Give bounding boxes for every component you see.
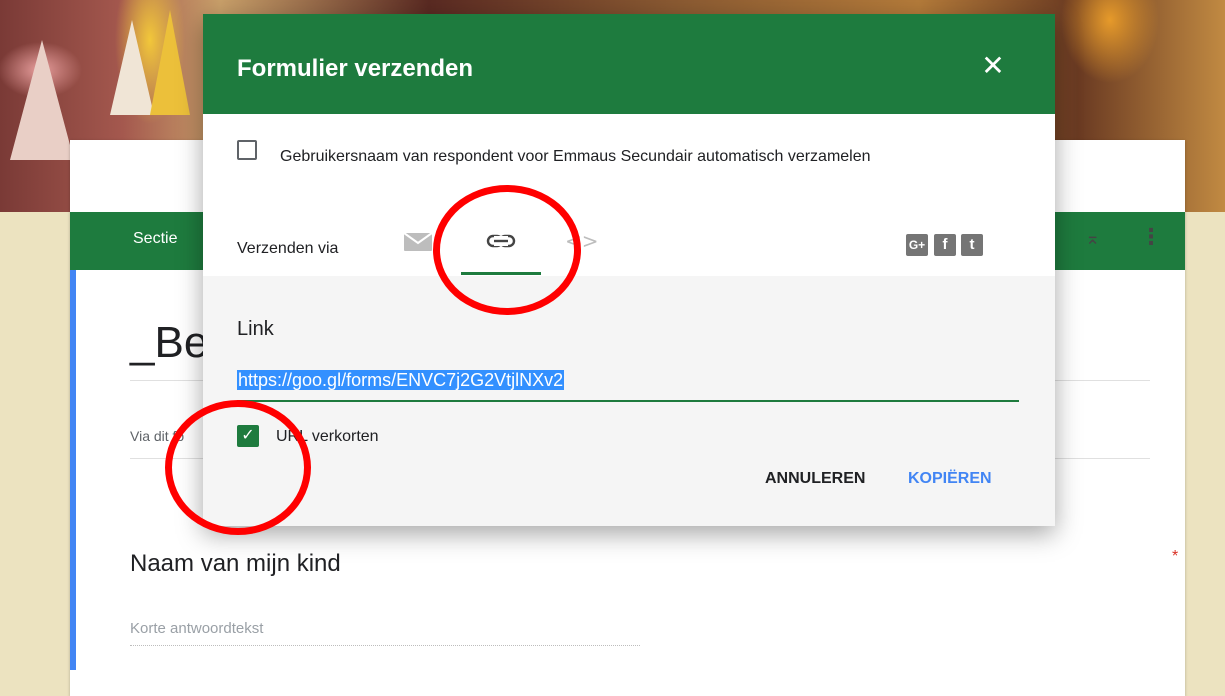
collect-username-checkbox[interactable] <box>237 140 257 160</box>
link-heading: Link <box>237 318 274 340</box>
required-marker: * <box>1172 548 1179 565</box>
annotation-circle <box>165 400 311 535</box>
google-plus-icon[interactable]: G+ <box>906 234 928 256</box>
send-via-label: Verzenden via <box>237 240 339 257</box>
annotation-circle <box>433 185 581 315</box>
collect-username-label: Gebruikersnaam van respondent voor Emmau… <box>280 148 871 165</box>
send-form-dialog: Formulier verzenden ✕ Gebruikersnaam van… <box>203 14 1055 526</box>
answer-placeholder: Korte antwoordtekst <box>130 620 264 637</box>
copy-button[interactable]: KOPIËREN <box>908 470 992 488</box>
photo-decoration <box>110 20 154 115</box>
link-url-field[interactable]: https://goo.gl/forms/ENVC7j2G2VtjlNXv2 <box>237 370 1019 402</box>
question-title[interactable]: Naam van mijn kind <box>130 550 341 578</box>
link-url-value[interactable]: https://goo.gl/forms/ENVC7j2G2VtjlNXv2 <box>237 370 565 390</box>
close-icon[interactable]: ✕ <box>979 52 1007 80</box>
cancel-button[interactable]: ANNULEREN <box>765 470 865 488</box>
facebook-icon[interactable]: f <box>934 234 956 256</box>
collapse-icon[interactable]: ⌅ <box>1085 228 1100 249</box>
email-icon[interactable] <box>403 232 433 252</box>
section-accent <box>70 270 76 670</box>
photo-decoration <box>10 40 74 160</box>
dialog-title: Formulier verzenden <box>237 55 474 82</box>
section-label: Sectie <box>133 230 178 247</box>
photo-decoration <box>150 10 190 115</box>
form-title[interactable]: _Be <box>130 318 208 368</box>
twitter-icon[interactable]: t <box>961 234 983 256</box>
more-vert-icon[interactable]: ⋮ <box>1140 226 1162 248</box>
answer-underline <box>130 645 640 646</box>
